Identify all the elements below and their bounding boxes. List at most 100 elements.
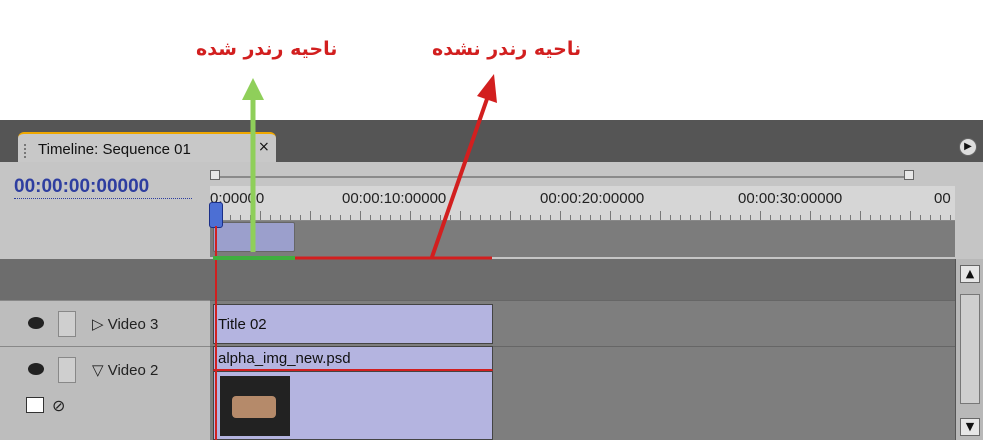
track-header-video-3: ▷ Video 3 (0, 300, 210, 346)
ruler-tick (610, 211, 611, 220)
ruler-tick (510, 211, 511, 220)
track-label-video-2[interactable]: ▽ Video 2 (92, 361, 158, 379)
ruler-tick (490, 215, 491, 220)
ruler-tick (930, 215, 931, 220)
rendered-area-label: ناحیه رندر شده (196, 38, 338, 60)
display-style-icon[interactable] (26, 397, 44, 413)
playhead-marker[interactable] (209, 202, 223, 228)
ruler-tick (250, 215, 251, 220)
scroll-down-icon[interactable]: ▼ (960, 418, 980, 436)
vertical-scrollbar[interactable]: ▲ ▼ (955, 259, 983, 440)
unrendered-area-label: ناحیه رندر نشده (432, 38, 582, 60)
ruler-tick (330, 215, 331, 220)
ruler-tick (370, 215, 371, 220)
ruler-tick (410, 211, 411, 220)
ruler-tick (890, 215, 891, 220)
ruler-tick (920, 215, 921, 220)
time-ruler[interactable]: 0:00000 00:00:10:00000 00:00:20:00000 00… (210, 186, 955, 221)
ruler-tick (710, 211, 711, 220)
ruler-tick (760, 211, 761, 220)
ruler-tick (430, 215, 431, 220)
ruler-tick (870, 215, 871, 220)
ruler-tick (300, 215, 301, 220)
ruler-tick (780, 215, 781, 220)
ruler-tick (240, 215, 241, 220)
tab-grip-icon[interactable] (24, 144, 30, 158)
ruler-tick (880, 215, 881, 220)
eye-icon[interactable] (26, 362, 46, 376)
ruler-tick (670, 215, 671, 220)
scroll-up-icon[interactable]: ▲ (960, 265, 980, 283)
tab-timeline-sequence[interactable]: Timeline: Sequence 01 × (18, 132, 276, 164)
ruler-tick (500, 215, 501, 220)
ruler-tick (420, 215, 421, 220)
work-area-bar[interactable] (210, 170, 914, 186)
ruler-tick (460, 211, 461, 220)
ruler-tick (650, 215, 651, 220)
ruler-tick (530, 215, 531, 220)
ruler-tick (620, 215, 621, 220)
ruler-tick (540, 215, 541, 220)
ruler-tick (840, 215, 841, 220)
ruler-tick (480, 215, 481, 220)
work-area-end-handle[interactable] (904, 170, 914, 180)
ruler-tick (280, 215, 281, 220)
ruler-tick (380, 215, 381, 220)
ruler-tick (360, 211, 361, 220)
ruler-label: 00 (934, 190, 951, 207)
ruler-label: 00:00:30:00000 (738, 190, 843, 207)
clip-title-02[interactable]: Title 02 (213, 304, 493, 344)
ruler-tick (560, 211, 561, 220)
expand-arrow-icon[interactable]: ▷ (92, 316, 104, 333)
ruler-tick (580, 215, 581, 220)
ruler-tick (440, 215, 441, 220)
ruler-tick (900, 215, 901, 220)
ruler-tick (390, 215, 391, 220)
clip-alpha-img-new[interactable]: alpha_img_new.psd (213, 346, 493, 371)
ruler-tick (860, 211, 861, 220)
scroll-thumb[interactable] (960, 294, 980, 404)
ruler-tick (350, 215, 351, 220)
current-timecode[interactable]: 00:00:00:00000 (14, 176, 149, 198)
timecode-underline (14, 198, 192, 199)
ruler-tick (450, 215, 451, 220)
track-lock-toggle[interactable] (58, 357, 76, 383)
panel-header: Timeline: Sequence 01 × ▶ (0, 120, 983, 164)
ruler-label: 00:00:10:00000 (342, 190, 447, 207)
annotation-area (0, 0, 983, 120)
clip-thumbnail-image (220, 376, 290, 436)
ruler-tick (830, 215, 831, 220)
ruler-tick (820, 215, 821, 220)
eye-icon[interactable] (26, 316, 46, 330)
ruler-label: 00:00:20:00000 (540, 190, 645, 207)
ruler-tick (400, 215, 401, 220)
track-header-video-2: ▽ Video 2 ⊘ (0, 346, 210, 440)
keyframe-toggle-icon[interactable]: ⊘ (52, 396, 65, 415)
ruler-tick (340, 215, 341, 220)
ruler-tick (910, 211, 911, 220)
close-icon[interactable]: × (258, 139, 270, 155)
render-bar (210, 221, 955, 257)
ruler-tick (730, 215, 731, 220)
playhead-line[interactable] (215, 226, 217, 440)
work-area-start-handle[interactable] (210, 170, 220, 180)
ruler-tick (720, 215, 721, 220)
ruler-tick (470, 215, 471, 220)
clip-thumbnail-strip[interactable] (213, 371, 493, 440)
ruler-tick (600, 215, 601, 220)
ruler-tick (800, 215, 801, 220)
timeline-panel: Timeline: Sequence 01 × ▶ 00:00:00:00000… (0, 120, 983, 440)
ruler-tick (260, 211, 261, 220)
ruler-tick (290, 215, 291, 220)
ruler-tick (630, 215, 631, 220)
ruler-tick (680, 215, 681, 220)
timeline-content: 00:00:00:00000 0:00000 00:00:10:00000 00… (0, 162, 983, 440)
panel-menu-icon[interactable]: ▶ (959, 138, 977, 156)
ruler-tick (320, 215, 321, 220)
ruler-tick (230, 215, 231, 220)
ruler-tick (810, 211, 811, 220)
expand-arrow-icon[interactable]: ▽ (92, 362, 104, 379)
track-lock-toggle[interactable] (58, 311, 76, 337)
track-label-video-3[interactable]: ▷ Video 3 (92, 315, 158, 333)
ruler-tick (570, 215, 571, 220)
